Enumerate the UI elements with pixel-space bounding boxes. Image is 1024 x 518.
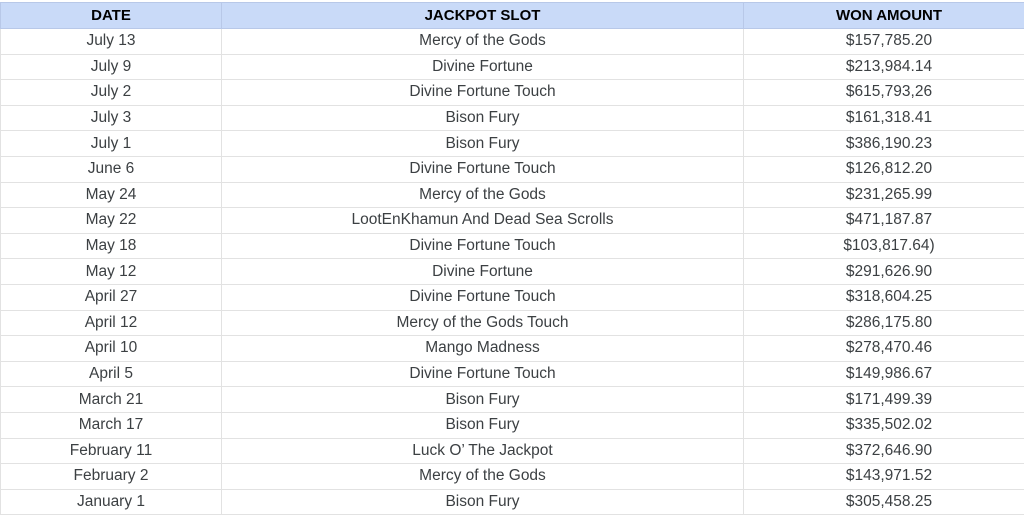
won-amount-cell[interactable]: $615,793,26	[743, 79, 1024, 106]
table-row: May 12 Divine Fortune $291,626.90	[0, 258, 1024, 285]
jackpot-slot-cell[interactable]: Divine Fortune Touch	[221, 360, 744, 388]
date-cell[interactable]: March 17	[0, 411, 222, 439]
table-row: April 10 Mango Madness $278,470.46	[0, 335, 1024, 362]
date-cell[interactable]: May 24	[0, 181, 222, 209]
table-row: July 13 Mercy of the Gods $157,785.20	[0, 28, 1024, 55]
jackpot-slot-cell[interactable]: Divine Fortune	[221, 53, 744, 81]
date-cell[interactable]: July 9	[0, 53, 222, 81]
table-row: April 5 Divine Fortune Touch $149,986.67	[0, 360, 1024, 388]
table-row: January 1 Bison Fury $305,458.25	[0, 488, 1024, 516]
date-cell[interactable]: July 2	[0, 79, 222, 106]
won-amount-cell[interactable]: $386,190.23	[743, 130, 1024, 157]
header-won-amount[interactable]: WON AMOUNT	[743, 2, 1024, 29]
jackpot-slot-cell[interactable]: Bison Fury	[221, 386, 744, 413]
won-amount-cell[interactable]: $161,318.41	[743, 104, 1024, 132]
date-cell[interactable]: April 12	[0, 309, 222, 337]
jackpot-slot-cell[interactable]: Luck O’ The Jackpot	[221, 437, 744, 465]
table-row: March 17 Bison Fury $335,502.02	[0, 411, 1024, 439]
jackpot-slot-cell[interactable]: Mercy of the Gods	[221, 28, 744, 55]
won-amount-cell[interactable]: $231,265.99	[743, 181, 1024, 209]
won-amount-cell[interactable]: $305,458.25	[743, 488, 1024, 516]
table-row: June 6 Divine Fortune Touch $126,812.20	[0, 155, 1024, 183]
jackpot-slot-cell[interactable]: Mercy of the Gods	[221, 463, 744, 490]
table-row: April 12 Mercy of the Gods Touch $286,175.…	[0, 309, 1024, 337]
table-row: July 2 Divine Fortune Touch $615,793,26	[0, 79, 1024, 106]
won-amount-cell[interactable]: $291,626.90	[743, 258, 1024, 285]
jackpot-slot-cell[interactable]: Mango Madness	[221, 335, 744, 362]
won-amount-cell[interactable]: $126,812.20	[743, 155, 1024, 183]
header-row: DATE JACKPOT SLOT WON AMOUNT	[0, 2, 1024, 29]
date-cell[interactable]: June 6	[0, 155, 222, 183]
table-row: February 2 Mercy of the Gods $143,971.52	[0, 463, 1024, 490]
jackpot-slot-cell[interactable]: Divine Fortune Touch	[221, 155, 744, 183]
date-cell[interactable]: July 13	[0, 28, 222, 55]
jackpot-table: DATE JACKPOT SLOT WON AMOUNT July 13 Merc…	[0, 2, 1024, 516]
date-cell[interactable]: February 11	[0, 437, 222, 465]
date-cell[interactable]: July 3	[0, 104, 222, 132]
table-row: July 1 Bison Fury $386,190.23	[0, 130, 1024, 157]
date-cell[interactable]: May 18	[0, 232, 222, 260]
jackpot-slot-cell[interactable]: Divine Fortune Touch	[221, 232, 744, 260]
won-amount-cell[interactable]: $143,971.52	[743, 463, 1024, 490]
table-row: March 21 Bison Fury $171,499.39	[0, 386, 1024, 413]
won-amount-cell[interactable]: $286,175.80	[743, 309, 1024, 337]
date-cell[interactable]: January 1	[0, 488, 222, 516]
table-row: February 11 Luck O’ The Jackpot $372,646.9…	[0, 437, 1024, 465]
date-cell[interactable]: March 21	[0, 386, 222, 413]
table-row: May 24 Mercy of the Gods $231,265.99	[0, 181, 1024, 209]
won-amount-cell[interactable]: $372,646.90	[743, 437, 1024, 465]
won-amount-cell[interactable]: $171,499.39	[743, 386, 1024, 413]
jackpot-slot-cell[interactable]: Bison Fury	[221, 130, 744, 157]
date-cell[interactable]: April 27	[0, 283, 222, 311]
table-row: April 27 Divine Fortune Touch $318,604.25	[0, 283, 1024, 311]
won-amount-cell[interactable]: $318,604.25	[743, 283, 1024, 311]
date-cell[interactable]: May 22	[0, 207, 222, 234]
date-cell[interactable]: April 5	[0, 360, 222, 388]
header-date[interactable]: DATE	[0, 2, 222, 29]
jackpot-slot-cell[interactable]: Bison Fury	[221, 104, 744, 132]
jackpot-slot-cell[interactable]: Bison Fury	[221, 488, 744, 516]
jackpot-slot-cell[interactable]: Bison Fury	[221, 411, 744, 439]
date-cell[interactable]: May 12	[0, 258, 222, 285]
won-amount-cell[interactable]: $278,470.46	[743, 335, 1024, 362]
date-cell[interactable]: April 10	[0, 335, 222, 362]
won-amount-cell[interactable]: $157,785.20	[743, 28, 1024, 55]
jackpot-slot-cell[interactable]: Mercy of the Gods	[221, 181, 744, 209]
table-row: July 3 Bison Fury $161,318.41	[0, 104, 1024, 132]
won-amount-cell[interactable]: $103,817.64)	[743, 232, 1024, 260]
header-jackpot-slot[interactable]: JACKPOT SLOT	[221, 2, 744, 29]
table-row: May 22 LootEnKhamun And Dead Sea Scrolls $…	[0, 207, 1024, 234]
jackpot-slot-cell[interactable]: Divine Fortune Touch	[221, 79, 744, 106]
jackpot-slot-cell[interactable]: Mercy of the Gods Touch	[221, 309, 744, 337]
won-amount-cell[interactable]: $471,187.87	[743, 207, 1024, 234]
jackpot-slot-cell[interactable]: LootEnKhamun And Dead Sea Scrolls	[221, 207, 744, 234]
jackpot-slot-cell[interactable]: Divine Fortune Touch	[221, 283, 744, 311]
spreadsheet: DATE JACKPOT SLOT WON AMOUNT July 13 Merc…	[0, 2, 1024, 516]
won-amount-cell[interactable]: $149,986.67	[743, 360, 1024, 388]
won-amount-cell[interactable]: $213,984.14	[743, 53, 1024, 81]
date-cell[interactable]: July 1	[0, 130, 222, 157]
table-row: July 9 Divine Fortune $213,984.14	[0, 53, 1024, 81]
table-row: May 18 Divine Fortune Touch $103,817.64)	[0, 232, 1024, 260]
won-amount-cell[interactable]: $335,502.02	[743, 411, 1024, 439]
jackpot-slot-cell[interactable]: Divine Fortune	[221, 258, 744, 285]
date-cell[interactable]: February 2	[0, 463, 222, 490]
